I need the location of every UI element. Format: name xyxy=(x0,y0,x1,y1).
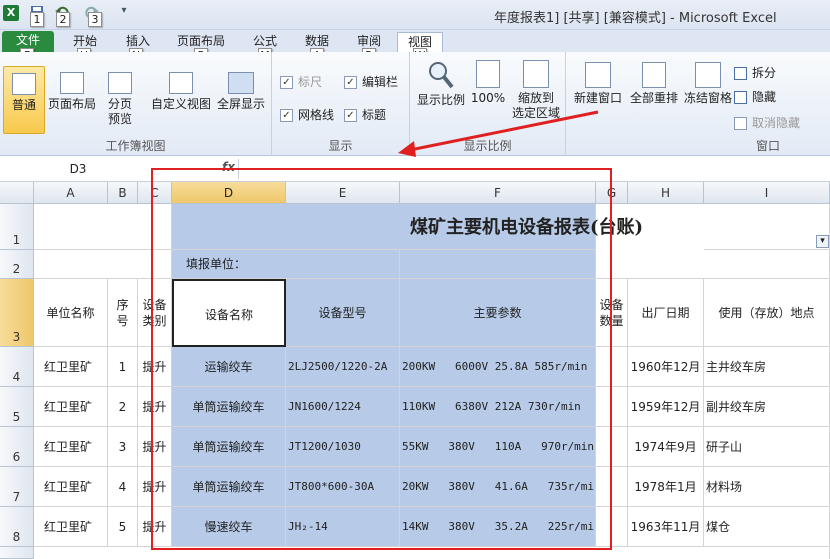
formula-bar-checkbox[interactable]: ✓ 编辑栏 xyxy=(344,73,398,90)
name-box[interactable]: D3 xyxy=(0,160,156,178)
group-label-zoom: 显示比例 xyxy=(463,139,512,153)
group-label-show: 显示 xyxy=(328,139,353,153)
full-screen-button[interactable]: 全屏显示 xyxy=(214,66,268,134)
page-layout-icon xyxy=(60,72,84,94)
zoom-to-selection-button[interactable]: 缩放到 选定区域 xyxy=(508,58,564,126)
normal-view-icon xyxy=(12,73,36,95)
headings-checkbox[interactable]: ✓ 标题 xyxy=(344,106,386,123)
table-cell[interactable]: 1 xyxy=(108,347,138,387)
filter-dropdown-icon[interactable]: ▾ xyxy=(816,235,829,248)
page-break-icon xyxy=(108,72,132,94)
table-cell[interactable]: 1960年12月 xyxy=(628,347,704,387)
freeze-panes-icon xyxy=(695,62,721,88)
zoom-button[interactable]: 显示比例 xyxy=(414,58,468,126)
row-header[interactable]: 7 xyxy=(0,467,34,507)
table-cell[interactable]: 1978年1月 xyxy=(628,467,704,507)
zoom-selection-icon xyxy=(523,60,549,88)
new-window-icon xyxy=(585,62,611,88)
table-cell[interactable]: 红卫里矿 xyxy=(34,347,108,387)
table-cell[interactable]: 红卫里矿 xyxy=(34,507,108,547)
column-header[interactable]: B xyxy=(108,182,138,204)
group-label-workbook-views: 工作簿视图 xyxy=(105,139,166,153)
column-header[interactable]: A xyxy=(34,182,108,204)
ruler-checkbox[interactable]: ✓ 标尺 xyxy=(280,73,322,90)
arrange-all-icon xyxy=(642,62,666,88)
table-cell[interactable]: 5 xyxy=(108,507,138,547)
ribbon-view: 普通 页面布局 分页 预览 自定义视图 全屏显示 工作簿视图 ✓ 标尺 ✓ 编辑… xyxy=(0,52,830,156)
split-button[interactable]: 拆分 xyxy=(734,64,776,81)
zoom-100-icon xyxy=(476,60,500,88)
annotation-red-box xyxy=(151,168,612,550)
keytip-save: 1 xyxy=(30,12,44,27)
cell[interactable] xyxy=(704,204,830,250)
full-screen-icon xyxy=(228,72,254,94)
keytip-redo: 3 xyxy=(88,12,102,27)
group-show: ✓ 标尺 ✓ 编辑栏 ✓ 网格线 ✓ 标题 显示 xyxy=(272,52,410,156)
zoom-100-button[interactable]: 100% xyxy=(468,58,508,126)
table-cell[interactable]: 红卫里矿 xyxy=(34,427,108,467)
column-header[interactable]: H xyxy=(628,182,704,204)
row-header[interactable]: 2 xyxy=(0,250,34,279)
magnifier-icon xyxy=(429,62,454,89)
group-window: 新建窗口 全部重排 冻结窗格 拆分 隐藏 取消隐藏 窗口 xyxy=(566,52,830,156)
excel-logo-icon: X xyxy=(3,5,19,21)
customize-toolbar-icon[interactable]: ▾ xyxy=(116,5,132,22)
table-cell[interactable]: 煤仓 xyxy=(704,507,830,547)
page-layout-view-button[interactable]: 页面布局 xyxy=(46,66,98,134)
row-header[interactable]: 8 xyxy=(0,507,34,547)
arrange-all-button[interactable]: 全部重排 xyxy=(626,60,682,124)
custom-views-button[interactable]: 自定义视图 xyxy=(150,66,212,134)
custom-views-icon xyxy=(169,72,193,94)
table-cell[interactable]: 材料场 xyxy=(704,467,830,507)
row-header[interactable]: 4 xyxy=(0,347,34,387)
group-workbook-views: 普通 页面布局 分页 预览 自定义视图 全屏显示 工作簿视图 xyxy=(0,52,272,156)
header-date[interactable]: 出厂日期 xyxy=(628,279,704,347)
table-cell[interactable]: 1963年11月 xyxy=(628,507,704,547)
group-zoom: 显示比例 100% 缩放到 选定区域 显示比例 xyxy=(410,52,566,156)
table-cell[interactable]: 副井绞车房 xyxy=(704,387,830,427)
table-cell[interactable]: 红卫里矿 xyxy=(34,467,108,507)
freeze-panes-button[interactable]: 冻结窗格 xyxy=(680,60,736,124)
gridlines-checkbox[interactable]: ✓ 网格线 xyxy=(280,106,334,123)
row-header[interactable]: 3 xyxy=(0,279,34,347)
header-seq[interactable]: 序号 xyxy=(108,279,138,347)
row-header[interactable]: 5 xyxy=(0,387,34,427)
header-location[interactable]: 使用（存放）地点 xyxy=(704,279,830,347)
select-all-corner[interactable] xyxy=(0,182,34,204)
window-title: 年度报表1] [共享] [兼容模式] - Microsoft Excel xyxy=(494,11,777,26)
unhide-button[interactable]: 取消隐藏 xyxy=(734,114,800,131)
table-cell[interactable]: 4 xyxy=(108,467,138,507)
cell[interactable] xyxy=(596,250,830,279)
table-cell[interactable]: 1959年12月 xyxy=(628,387,704,427)
normal-view-button[interactable]: 普通 xyxy=(3,66,45,134)
header-unit-name[interactable]: 单位名称 xyxy=(34,279,108,347)
table-cell[interactable]: 2 xyxy=(108,387,138,427)
row-header[interactable] xyxy=(0,547,34,559)
table-cell[interactable]: 红卫里矿 xyxy=(34,387,108,427)
keytip-undo: 2 xyxy=(56,12,70,27)
group-label-window: 窗口 xyxy=(756,139,781,153)
table-cell[interactable]: 主井绞车房 xyxy=(704,347,830,387)
column-header[interactable]: I xyxy=(704,182,830,204)
row-header[interactable]: 1 xyxy=(0,204,34,250)
page-break-preview-button[interactable]: 分页 预览 xyxy=(100,66,140,134)
new-window-button[interactable]: 新建窗口 xyxy=(570,60,626,124)
table-cell[interactable]: 研子山 xyxy=(704,427,830,467)
title-bar: X 1 2 3 ▾ 年度报表1] [共享] [兼容模式] - Microsoft… xyxy=(0,0,830,30)
table-cell[interactable]: 1974年9月 xyxy=(628,427,704,467)
table-cell[interactable]: 3 xyxy=(108,427,138,467)
row-header[interactable]: 6 xyxy=(0,427,34,467)
hide-button[interactable]: 隐藏 xyxy=(734,88,776,105)
excel-window: X 1 2 3 ▾ 年度报表1] [共享] [兼容模式] - Microsoft… xyxy=(0,0,830,559)
